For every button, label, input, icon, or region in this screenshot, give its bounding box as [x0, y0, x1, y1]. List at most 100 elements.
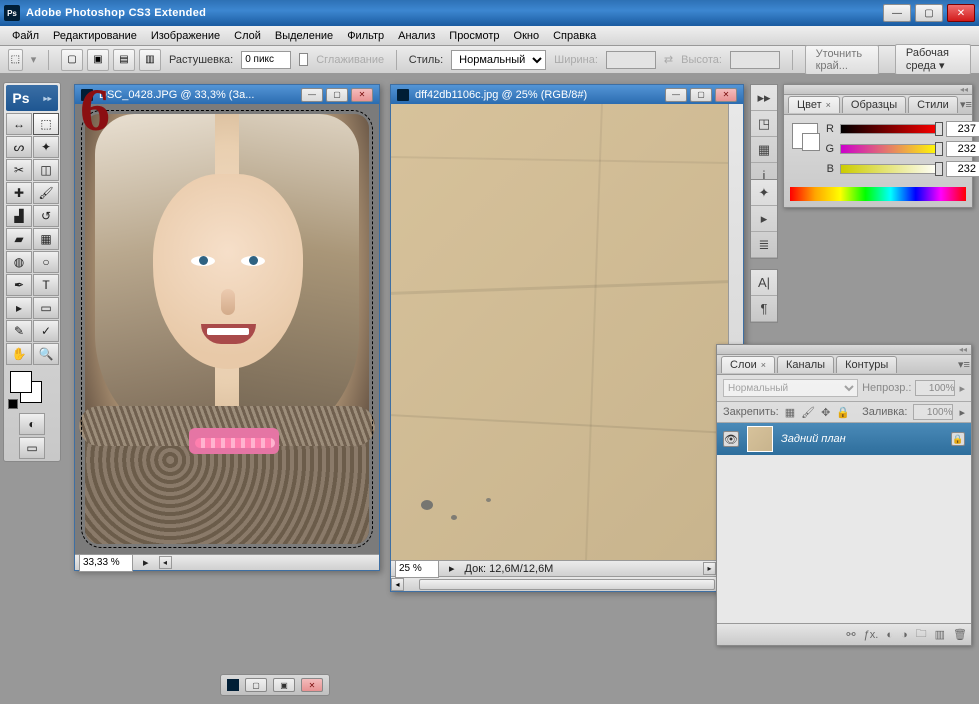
doc2-hscrollbar[interactable]: ◂▸ — [391, 576, 743, 591]
opacity-input[interactable] — [915, 380, 955, 396]
b-value-input[interactable] — [946, 161, 979, 177]
move-tool[interactable]: ↔ — [6, 113, 32, 135]
shape-tool[interactable]: ▭ — [33, 297, 59, 319]
selection-intersect-icon[interactable]: ▥ — [139, 49, 161, 71]
notes-tool[interactable]: ✎ — [6, 320, 32, 342]
layer-visibility-icon[interactable]: 👁 — [723, 431, 739, 447]
doc2-maximize-button[interactable]: ▢ — [690, 88, 712, 102]
blur-tool[interactable]: ◍ — [6, 251, 32, 273]
doc1-close-button[interactable]: ✕ — [351, 88, 373, 102]
selection-add-icon[interactable]: ▣ — [87, 49, 109, 71]
lock-transparency-icon[interactable]: ▦ — [785, 406, 795, 419]
default-colors-icon[interactable] — [8, 399, 18, 409]
screenmode-button[interactable]: ▭ — [19, 437, 45, 459]
color-swatches[interactable] — [6, 371, 58, 409]
adjustment-icon[interactable]: ◑ — [901, 629, 908, 641]
menu-filter[interactable]: Фильтр — [341, 28, 390, 44]
layer-name[interactable]: Задний план — [781, 433, 846, 445]
style-select[interactable]: Нормальный — [451, 50, 546, 70]
actions-icon[interactable]: ▸ — [751, 206, 777, 232]
tool-presets-icon[interactable]: ✦ — [751, 180, 777, 206]
blend-mode-select[interactable]: Нормальный — [723, 379, 858, 397]
refine-edge-button[interactable]: Уточнить край... — [805, 45, 879, 75]
mini-close-button[interactable]: ✕ — [301, 678, 323, 692]
slice-tool[interactable]: ◫ — [33, 159, 59, 181]
eyedropper-tool[interactable]: ✓ — [33, 320, 59, 342]
zoom-tool[interactable]: 🔍 — [33, 343, 59, 365]
gradient-tool[interactable]: ▦ — [33, 228, 59, 250]
doc1-minimize-button[interactable]: — — [301, 88, 323, 102]
eraser-tool[interactable]: ▰ — [6, 228, 32, 250]
history-icon[interactable]: ≣ — [751, 232, 777, 258]
menu-layer[interactable]: Слой — [228, 28, 267, 44]
doc1-titlebar[interactable]: DSC_0428.JPG @ 33,3% (За... — ▢ ✕ — [75, 85, 379, 104]
scroll-left-button[interactable]: ◂ — [159, 556, 172, 569]
current-tool-icon[interactable]: ⬚ — [8, 49, 23, 71]
menu-window[interactable]: Окно — [508, 28, 546, 44]
lock-pixels-icon[interactable]: 🖌 — [801, 406, 815, 419]
fx-icon[interactable]: ƒx. — [864, 629, 879, 641]
menu-analysis[interactable]: Анализ — [392, 28, 441, 44]
panel-menu-icon[interactable]: ▾≡ — [957, 358, 971, 372]
collapse-dock-icon[interactable]: ▸▸ — [751, 85, 777, 111]
history-brush-tool[interactable]: ↺ — [33, 205, 59, 227]
panel-menu-icon[interactable]: ▾≡ — [960, 98, 972, 112]
mini-restore-button[interactable]: ▢ — [245, 678, 267, 692]
menu-help[interactable]: Справка — [547, 28, 602, 44]
doc2-minimize-button[interactable]: — — [665, 88, 687, 102]
menu-select[interactable]: Выделение — [269, 28, 339, 44]
link-layers-icon[interactable]: ⚯ — [846, 628, 855, 641]
panel-collapse-icon[interactable]: ◂◂ — [960, 85, 968, 94]
doc2-titlebar[interactable]: dff42db1106c.jpg @ 25% (RGB/8#) — ▢ ✕ — [391, 85, 743, 104]
selection-new-icon[interactable]: ▢ — [61, 49, 83, 71]
group-icon[interactable]: 🗀 — [916, 625, 927, 644]
workspace-switcher[interactable]: Рабочая среда ▾ — [895, 44, 971, 75]
selection-marquee[interactable] — [81, 110, 373, 548]
mask-icon[interactable]: ◐ — [886, 629, 893, 641]
tab-swatches[interactable]: Образцы — [842, 96, 906, 113]
color-panel-bg-swatch[interactable] — [802, 133, 820, 151]
stamp-tool[interactable]: ▟ — [6, 205, 32, 227]
doc1-maximize-button[interactable]: ▢ — [326, 88, 348, 102]
tab-paths[interactable]: Контуры — [836, 356, 897, 373]
window-minimize-button[interactable]: — — [883, 4, 911, 22]
quickmask-button[interactable]: ◐ — [19, 413, 45, 435]
dodge-tool[interactable]: ○ — [33, 251, 59, 273]
menu-view[interactable]: Просмотр — [443, 28, 505, 44]
doc2-close-button[interactable]: ✕ — [715, 88, 737, 102]
menu-image[interactable]: Изображение — [145, 28, 226, 44]
tab-styles[interactable]: Стили — [908, 96, 958, 113]
window-maximize-button[interactable]: ▢ — [915, 4, 943, 22]
scroll-right-button[interactable]: ▸ — [703, 562, 716, 575]
g-slider[interactable] — [840, 144, 940, 154]
type-tool[interactable]: T — [33, 274, 59, 296]
hue-ramp[interactable] — [790, 187, 966, 201]
tab-color[interactable]: Цвет× — [788, 96, 840, 113]
lasso-tool[interactable]: ᔕ — [6, 136, 32, 158]
selection-subtract-icon[interactable]: ▤ — [113, 49, 135, 71]
menu-edit[interactable]: Редактирование — [47, 28, 143, 44]
panel-collapse-icon[interactable]: ◂◂ — [959, 345, 967, 354]
layer-row[interactable]: 👁 Задний план 🔒 — [717, 423, 971, 455]
paragraph-icon[interactable]: ¶ — [751, 296, 777, 322]
minimized-doc-bar[interactable]: ▢ ▣ ✕ — [220, 674, 330, 696]
path-select-tool[interactable]: ▸ — [6, 297, 32, 319]
layer-lock-icon[interactable]: 🔒 — [951, 432, 965, 446]
menu-file[interactable]: Файл — [6, 28, 45, 44]
doc1-zoom-input[interactable] — [79, 554, 133, 572]
tools-header[interactable]: Ps — [6, 85, 58, 111]
window-close-button[interactable]: ✕ — [947, 4, 975, 22]
marquee-tool[interactable]: ⬚ — [33, 113, 59, 135]
feather-input[interactable] — [241, 51, 291, 69]
b-slider[interactable] — [840, 164, 940, 174]
antialias-checkbox[interactable] — [299, 53, 308, 66]
r-slider[interactable] — [840, 124, 940, 134]
pen-tool[interactable]: ✒ — [6, 274, 32, 296]
foreground-color-swatch[interactable] — [10, 371, 32, 393]
doc-info-icon[interactable]: ▸ — [449, 562, 455, 575]
delete-layer-icon[interactable]: 🗑 — [953, 628, 967, 641]
g-value-input[interactable] — [946, 141, 979, 157]
mini-max-button[interactable]: ▣ — [273, 678, 295, 692]
magic-wand-tool[interactable]: ✦ — [33, 136, 59, 158]
new-layer-icon[interactable]: ▥ — [935, 628, 945, 641]
